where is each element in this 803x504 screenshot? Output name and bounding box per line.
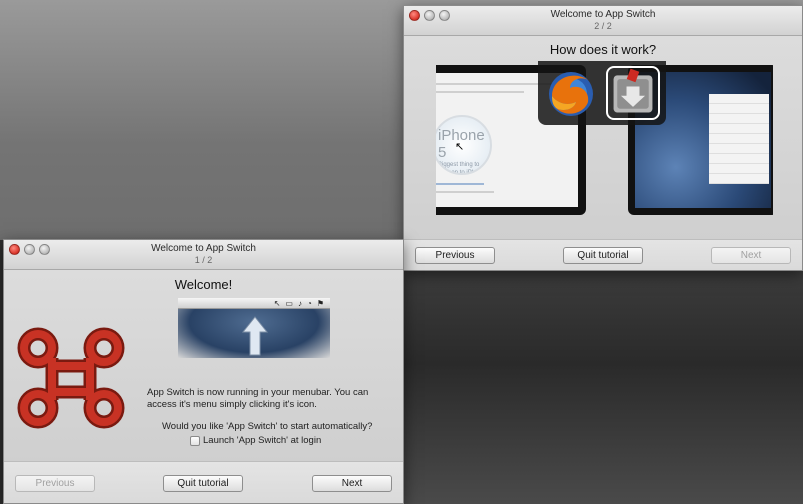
previous-button[interactable]: Previous (415, 247, 495, 264)
quit-tutorial-button[interactable]: Quit tutorial (163, 475, 243, 492)
close-icon[interactable] (9, 244, 20, 255)
transmit-icon (606, 66, 660, 120)
page-heading: How does it work? (549, 42, 657, 57)
volume-icon: ♪ (297, 299, 302, 308)
wifi-icon: ◔ (306, 299, 312, 308)
desktop-background-lower (404, 270, 803, 504)
window-controls (409, 10, 450, 21)
launch-at-login-row[interactable]: Launch 'App Switch' at login (190, 435, 321, 446)
window-title: Welcome to App Switch (151, 243, 256, 254)
firefox-icon (549, 72, 593, 116)
tutorial-window-step-2: Welcome to App Switch 2 / 2 How does it … (403, 5, 803, 271)
description-text: App Switch is now running in your menuba… (147, 387, 369, 410)
step-indicator: 1 / 2 (194, 255, 213, 265)
content-area: Welcome! ↖ ▭ ♪ ◔ ⚑ App Switch is now run… (4, 270, 403, 463)
titlebar: Welcome to App Switch 2 / 2 (404, 6, 802, 36)
autostart-question: Would you like 'App Switch' to start aut… (162, 421, 373, 432)
tutorial-window-step-1: Welcome to App Switch 1 / 2 Welcome! ↖ ▭… (3, 239, 404, 504)
step-indicator: 2 / 2 (594, 21, 612, 31)
close-icon[interactable] (409, 10, 420, 21)
next-button: Next (711, 247, 791, 264)
launch-at-login-label[interactable]: Launch 'App Switch' at login (203, 435, 321, 446)
content-area: How does it work? iPhone 5 Biggest thing… (404, 36, 802, 241)
button-bar: Previous Quit tutorial Next (404, 239, 802, 270)
window-panel-image (709, 94, 769, 184)
quit-tutorial-button[interactable]: Quit tutorial (563, 247, 643, 264)
demo-illustration: iPhone 5 Biggest thing to happen to iPho… (436, 61, 773, 219)
launch-at-login-checkbox[interactable] (190, 435, 200, 446)
minimize-icon[interactable] (24, 244, 35, 255)
window-controls (9, 244, 50, 255)
flag-icon: ⚑ (316, 299, 324, 308)
minimize-icon[interactable] (424, 10, 435, 21)
app-switch-menubar-icon: ↖ (273, 299, 281, 308)
window-title: Welcome to App Switch (550, 9, 656, 20)
zoom-icon[interactable] (439, 10, 450, 21)
menubar-strip: ↖ ▭ ♪ ◔ ⚑ (178, 298, 330, 309)
titlebar: Welcome to App Switch 1 / 2 (4, 240, 403, 270)
command-key-icon (17, 327, 125, 429)
up-arrow-icon (242, 316, 268, 356)
menubar-illustration: ↖ ▭ ♪ ◔ ⚑ (178, 298, 330, 358)
magnifier-text-small: Biggest thing to happen to iPhone since … (438, 162, 486, 175)
page-heading: Welcome! (174, 277, 233, 292)
button-bar: Previous Quit tutorial Next (4, 461, 403, 503)
previous-button: Previous (15, 475, 95, 492)
app-switcher-overlay (538, 61, 666, 125)
next-button[interactable]: Next (312, 475, 392, 492)
battery-icon: ▭ (285, 299, 293, 308)
zoom-icon[interactable] (39, 244, 50, 255)
mouse-cursor-icon: ↖ (455, 141, 465, 153)
